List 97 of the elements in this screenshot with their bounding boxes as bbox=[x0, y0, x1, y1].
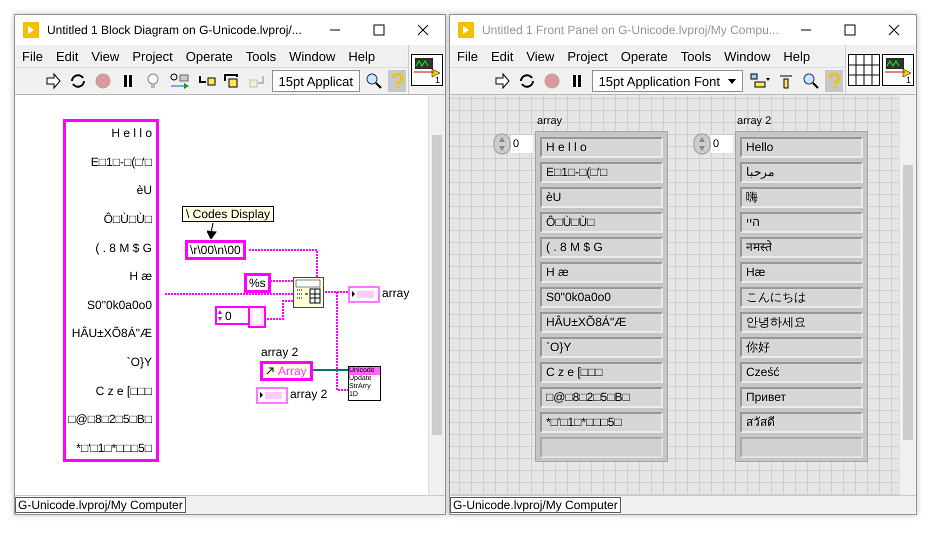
project-path: G-Unicode.lvproj/My Computer bbox=[450, 497, 621, 513]
index-field[interactable]: 0 bbox=[711, 135, 733, 153]
array-element[interactable]: 안녕하세요 bbox=[740, 312, 863, 333]
menu-item[interactable]: Tools bbox=[240, 48, 284, 64]
array-element: èU bbox=[136, 183, 153, 198]
array-element[interactable]: ( . 8 M $ G bbox=[540, 237, 663, 258]
array-element[interactable]: สวัสดี bbox=[740, 412, 863, 433]
array-element: HÂU±XÕ8Á"Æ bbox=[70, 326, 153, 340]
vi-icon[interactable]: 1 bbox=[882, 54, 914, 86]
array-element: E□1□-□(□'□ bbox=[90, 154, 153, 169]
format-constant: %s bbox=[244, 273, 271, 293]
array-element[interactable]: èU bbox=[540, 187, 663, 208]
menu-item[interactable]: Project bbox=[127, 48, 181, 64]
maximize-icon bbox=[844, 24, 856, 36]
project-path: G-Unicode.lvproj/My Computer bbox=[15, 497, 186, 513]
terminal-label: array bbox=[382, 286, 410, 300]
array-element[interactable]: Ô□Ù□Ù□ bbox=[540, 212, 663, 233]
array-element: Ô□Ù□Ù□ bbox=[102, 212, 153, 226]
array-element: H e l l o bbox=[110, 126, 153, 140]
arrow-icon bbox=[207, 223, 217, 239]
close-icon bbox=[888, 24, 900, 36]
menu-item[interactable]: Help bbox=[343, 48, 384, 64]
wire bbox=[266, 300, 294, 320]
menu-item[interactable]: Operate bbox=[616, 48, 676, 64]
array-to-spreadsheet-node[interactable] bbox=[293, 277, 324, 308]
search-icon[interactable] bbox=[802, 72, 820, 90]
array-element[interactable]: S0"0k0a0o0 bbox=[540, 287, 663, 308]
array-label: array 2 bbox=[737, 115, 772, 127]
array-element: `O}Y bbox=[126, 355, 153, 369]
maximize-icon bbox=[373, 24, 385, 36]
menu-item[interactable]: Window bbox=[719, 48, 778, 64]
wire bbox=[248, 249, 318, 278]
array-element[interactable]: 你好 bbox=[740, 337, 863, 358]
array-element[interactable]: HÂU±XÕ8Á"Æ bbox=[540, 312, 663, 333]
array-element[interactable]: Привет bbox=[740, 387, 863, 408]
array-element[interactable]: नमस्ते bbox=[740, 237, 863, 258]
menu-item[interactable]: Edit bbox=[50, 48, 86, 64]
array-element[interactable]: E□1□-□(□'□ bbox=[540, 162, 663, 183]
menu-item[interactable]: Edit bbox=[486, 48, 522, 64]
icon-number: 1 bbox=[434, 74, 440, 84]
array-element[interactable]: こんにちは bbox=[740, 287, 863, 308]
window-title: Untitled 1 Block Diagram on G-Unicode.lvproj/... bbox=[47, 23, 303, 37]
array-element: S0"0k0a0o0 bbox=[86, 298, 153, 312]
vertical-scrollbar[interactable] bbox=[428, 95, 445, 495]
array-element[interactable]: Hello bbox=[740, 137, 863, 158]
array-element[interactable]: *□'□1□*□□□5□ bbox=[540, 412, 663, 433]
array-element[interactable]: H e l l o bbox=[540, 137, 663, 158]
vi-icon[interactable]: 1 bbox=[411, 54, 443, 86]
caret-icon bbox=[728, 78, 736, 84]
array-element[interactable]: C z e [□□□ bbox=[540, 362, 663, 383]
menu-item[interactable]: Tools bbox=[676, 48, 720, 64]
array-label: array bbox=[537, 115, 562, 127]
array-element: H æ bbox=[128, 269, 153, 284]
array-element: C z e [□□□ bbox=[94, 384, 153, 398]
terminal-label: array 2 bbox=[261, 345, 298, 359]
labview-logo-icon bbox=[458, 22, 474, 38]
string-terminal-icon bbox=[258, 390, 284, 401]
array-element[interactable]: היי bbox=[740, 212, 863, 233]
menu-item[interactable]: View bbox=[521, 48, 562, 64]
connector-pane-icon[interactable] bbox=[848, 54, 880, 86]
terminal-label: array 2 bbox=[290, 387, 328, 401]
spinner-arrows-icon bbox=[217, 308, 223, 323]
property-reference: Array bbox=[260, 361, 313, 381]
empty-array-constant bbox=[248, 306, 266, 328]
array-element[interactable]: `O}Y bbox=[540, 337, 663, 358]
index-constant[interactable]: 0 bbox=[215, 306, 251, 325]
array-element: *□'□1□*□□□5□ bbox=[75, 440, 153, 455]
close-icon bbox=[417, 24, 429, 36]
menu-item[interactable]: Operate bbox=[180, 48, 241, 64]
array-element[interactable]: مرحبا bbox=[740, 162, 863, 183]
tip-label: \ Codes Display bbox=[182, 206, 274, 222]
menu-item[interactable]: File bbox=[17, 48, 51, 64]
font-dropdown[interactable]: 15pt Applicat bbox=[272, 70, 360, 92]
menu-item[interactable]: Window bbox=[284, 48, 344, 64]
array-element[interactable]: 嗨 bbox=[740, 187, 863, 208]
array-element[interactable]: Hæ bbox=[740, 262, 863, 283]
reference-arrow-icon bbox=[266, 367, 274, 375]
icon-number: 1 bbox=[906, 74, 911, 84]
labview-logo-icon bbox=[23, 22, 39, 38]
array-element[interactable]: □@□8□2□5□B□ bbox=[540, 387, 663, 408]
vertical-scrollbar[interactable] bbox=[899, 95, 916, 495]
index-field[interactable]: 0 bbox=[511, 135, 533, 153]
array-element: ( . 8 M $ G bbox=[94, 240, 153, 254]
menu-item[interactable]: View bbox=[86, 48, 128, 64]
array-element[interactable]: H æ bbox=[540, 262, 663, 283]
index-spinner[interactable] bbox=[493, 133, 511, 155]
font-dropdown[interactable]: 15pt Application Font bbox=[592, 70, 743, 92]
menu-item[interactable]: Project bbox=[562, 48, 616, 64]
window-title: Untitled 1 Front Panel on G-Unicode.lvproj/My Compu... bbox=[482, 23, 780, 37]
array-element: □@□8□2□5□B□ bbox=[67, 412, 153, 426]
search-icon[interactable] bbox=[365, 72, 383, 90]
array-element[interactable]: Cześć bbox=[740, 362, 863, 383]
string-constant: \r\00\n\00 bbox=[185, 240, 246, 260]
string-terminal-icon bbox=[350, 289, 376, 300]
menu-item[interactable]: Help bbox=[778, 48, 818, 64]
index-spinner[interactable] bbox=[693, 133, 711, 155]
menu-item[interactable]: File bbox=[452, 48, 486, 64]
